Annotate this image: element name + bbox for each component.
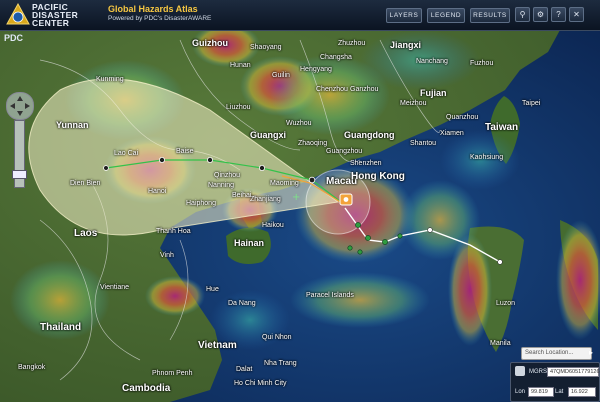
layers-button[interactable]: LAYERS (386, 8, 422, 23)
label-jiangxi: Jiangxi (390, 40, 422, 50)
label-quanzhou: Quanzhou (446, 114, 479, 121)
label-hong-kong: Hong Kong (351, 171, 405, 182)
label-liuzhou: Liuzhou (226, 104, 251, 111)
label-haiphong: Haiphong (186, 200, 216, 207)
label-hengyang: Hengyang (300, 66, 332, 73)
label-nanning: Nanning (208, 182, 235, 189)
pan-control[interactable] (6, 92, 34, 120)
label-qui-nhon: Qui Nhon (262, 334, 292, 341)
pdc-logo-icon (6, 3, 30, 25)
label-hanoi: Hanoi (148, 188, 167, 195)
lon-label: Lon (515, 389, 526, 395)
globe-icon (515, 366, 525, 376)
label-shaoyang: Shaoyang (250, 44, 282, 51)
lon-value: 99.819 (528, 387, 554, 397)
logo-line-3: CENTER (32, 18, 70, 28)
label-shantou: Shantou (410, 140, 437, 147)
label-hue: Hue (206, 286, 219, 293)
location-search-input[interactable]: Search Location... (521, 347, 592, 360)
label-nanchang: Nanchang (416, 58, 448, 65)
label-manila: Manila (490, 340, 511, 347)
label-meizhou: Meizhou (400, 100, 427, 107)
label-zhuzhou: Zhuzhou (338, 40, 366, 47)
label-lao-cai: Lao Cai (114, 150, 139, 157)
coordinate-panel: MGRS 47QMD6051779126 Lon 99.819 Lat 16.9… (510, 362, 600, 402)
label-vietnam: Vietnam (198, 340, 237, 351)
pdc-mini-logo: PDC (4, 33, 24, 43)
label-ho-chi-minh-city: Ho Chi Minh City (234, 380, 287, 387)
label-hainan: Hainan (234, 238, 265, 248)
app-subtitle: Powered by PDC's DisasterAWARE (108, 15, 212, 22)
label-guangdong: Guangdong (344, 130, 395, 140)
expand-icon[interactable]: ▸ (589, 348, 598, 359)
label-paracel-islands: Paracel Islands (306, 292, 354, 299)
label-guangxi: Guangxi (250, 130, 287, 140)
label-vientiane: Vientiane (100, 284, 130, 291)
label-hunan: Hunan (230, 62, 251, 69)
label-fuzhou: Fuzhou (470, 60, 494, 67)
lat-value: 16.922 (568, 387, 596, 397)
label-guilin: Guilin (272, 72, 290, 79)
label-luzon: Luzon (496, 300, 516, 307)
label-shenzhen: Shenzhen (350, 160, 382, 167)
label-xiamen: Xiamen (440, 130, 464, 137)
label-qinzhou: Qinzhou (214, 172, 241, 179)
label-wuzhou: Wuzhou (286, 120, 312, 127)
label-laos: Laos (74, 228, 98, 239)
label-ganzhou: Ganzhou (350, 86, 379, 93)
label-zhanjiang: Zhanjiang (250, 196, 281, 203)
lat-label: Lat (555, 389, 564, 395)
label-dalat: Dalat (236, 366, 253, 373)
label-guizhou: Guizhou (192, 38, 228, 48)
label-taipei: Taipei (522, 100, 541, 107)
label-cambodia: Cambodia (122, 383, 171, 394)
zoom-slider-handle[interactable] (12, 170, 27, 179)
label-zhaoqing: Zhaoqing (298, 140, 328, 147)
pan-arrows-icon (10, 96, 30, 116)
help-icon[interactable]: ? (551, 7, 566, 22)
label-thanh-hoa: Thanh Hoa (156, 228, 191, 235)
label-fujian: Fujian (420, 88, 447, 98)
top-toolbar: PACIFIC DISASTER CENTER Global Hazards A… (0, 0, 600, 31)
label-dien-bien: Dien Bien (70, 180, 101, 187)
app-title: Global Hazards Atlas (108, 4, 198, 14)
legend-button[interactable]: LEGEND (427, 8, 465, 23)
label-da-nang: Da Nang (228, 300, 256, 307)
results-button[interactable]: RESULTS (470, 8, 510, 23)
label-vinh: Vinh (160, 252, 174, 259)
close-icon[interactable]: ✕ (569, 7, 584, 22)
logo-text: PACIFIC DISASTER CENTER (32, 3, 78, 28)
settings-icon[interactable]: ⚙ (533, 7, 548, 22)
mgrs-label: MGRS (529, 369, 547, 375)
label-bangkok: Bangkok (18, 364, 46, 371)
label-chenzhou: Chenzhou (316, 86, 348, 93)
label-yunnan: Yunnan (56, 120, 89, 130)
label-kunming: Kunming (96, 76, 124, 83)
svg-text:+: + (292, 192, 300, 203)
label-thailand: Thailand (40, 322, 82, 333)
label-nha-trang: Nha Trang (264, 360, 297, 367)
label-maoming: Maoming (270, 180, 299, 187)
label-baise: Baise (176, 148, 194, 155)
label-beihai: Beihai (232, 192, 252, 199)
label-haikou: Haikou (262, 222, 284, 229)
search-icon[interactable]: ⚲ (515, 7, 530, 22)
label-taiwan: Taiwan (485, 122, 519, 133)
label-changsha: Changsha (320, 54, 352, 61)
label-guangzhou: Guangzhou (326, 148, 363, 155)
label-kaohsiung: Kaohsiung (470, 154, 504, 161)
mgrs-value: 47QMD6051779126 (547, 367, 600, 377)
label-phnom-penh: Phnom Penh (152, 370, 193, 377)
